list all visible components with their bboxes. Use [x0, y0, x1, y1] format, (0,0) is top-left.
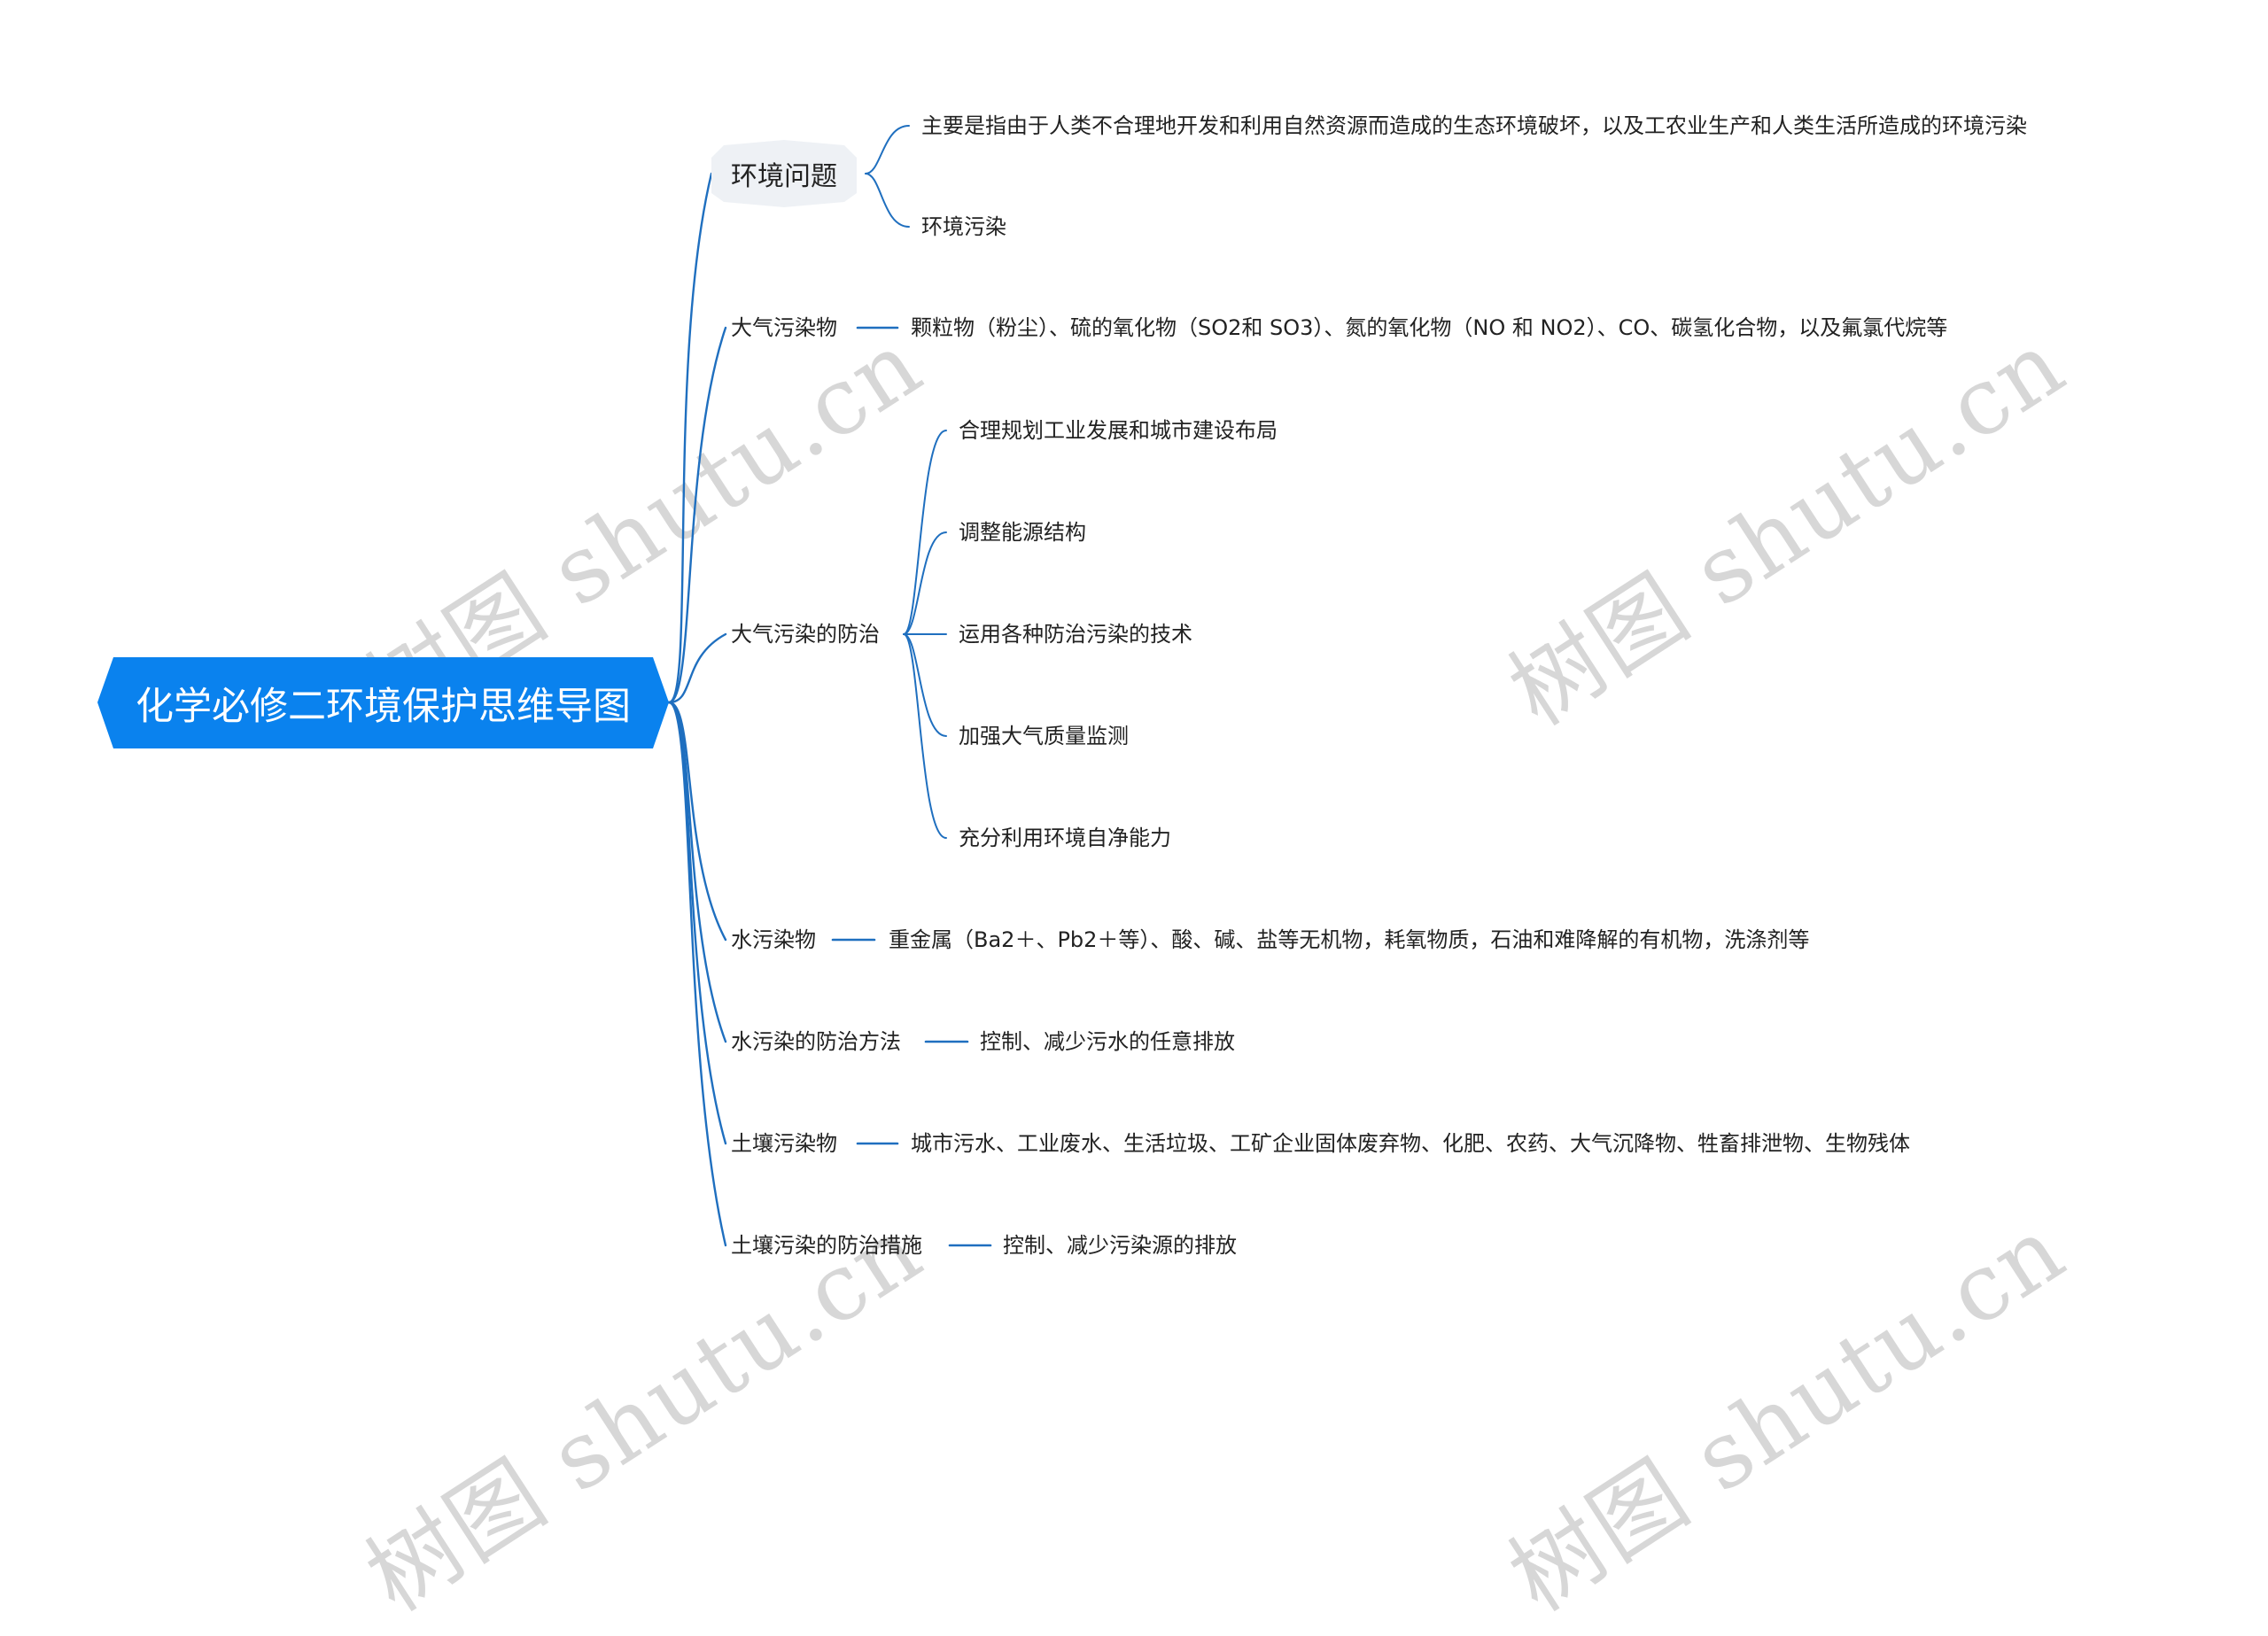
root-title: 化学必修二环境保护思维导图: [136, 684, 631, 729]
branch-connector: [667, 326, 727, 704]
child-connector: [903, 430, 947, 635]
subtopic-label[interactable]: 充分利用环境自净能力: [959, 825, 1171, 851]
topic-label: 环境问题: [731, 161, 837, 192]
subtopic-label[interactable]: 运用各种防治污染的技术: [959, 621, 1192, 647]
subtopic-label[interactable]: 控制、减少污水的任意排放: [980, 1028, 1235, 1055]
child-connector: [865, 173, 910, 228]
child-connector: [865, 125, 910, 174]
branch-connector: [667, 701, 727, 1043]
subtopic-label[interactable]: 主要是指由于人类不合理地开发和利用自然资源而造成的生态环境破坏，以及工农业生产和…: [921, 112, 2027, 139]
topic-label[interactable]: 水污染的防治方法: [731, 1028, 901, 1055]
subtopic-label[interactable]: 加强大气质量监测: [959, 723, 1129, 749]
subtopic-label[interactable]: 城市污水、工业废水、生活垃圾、工矿企业固体废弃物、化肥、农药、大气沉降物、牲畜排…: [911, 1130, 1910, 1157]
subtopic-label[interactable]: 合理规划工业发展和城市建设布局: [959, 417, 1278, 444]
subtopic-label[interactable]: 控制、减少污染源的排放: [1003, 1232, 1237, 1259]
topic-label[interactable]: 土壤污染的防治措施: [731, 1232, 922, 1259]
root-node[interactable]: 化学必修二环境保护思维导图: [97, 657, 669, 748]
topic-label[interactable]: 土壤污染物: [731, 1130, 837, 1157]
subtopic-label[interactable]: 调整能源结构: [959, 519, 1086, 546]
subtopic-label[interactable]: 颗粒物（粉尘）、硫的氧化物（SO2和 SO3）、氮的氧化物（NO 和 NO2）、…: [911, 314, 1947, 341]
branch-connector: [667, 172, 713, 704]
subtopic-label[interactable]: 环境污染: [921, 213, 1006, 240]
topic-label[interactable]: 大气污染物: [731, 314, 837, 341]
topic-label[interactable]: 大气污染的防治: [731, 621, 880, 647]
topic-label[interactable]: 水污染物: [731, 927, 816, 953]
child-connector: [903, 633, 947, 839]
topic-node[interactable]: 环境问题: [711, 140, 857, 207]
subtopic-label[interactable]: 重金属（Ba2＋、Pb2＋等）、酸、碱、盐等无机物，耗氧物质，石油和难降解的有机…: [889, 927, 1809, 953]
